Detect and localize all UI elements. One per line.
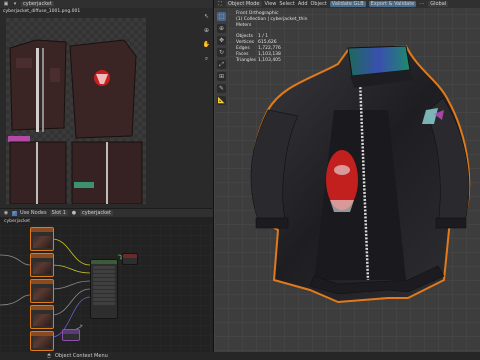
image-editor-type-icon[interactable]: ▣	[3, 1, 9, 7]
node-editor-panel: ◉ ✓ Use Nodes Slot 1 ● cyberjacket cyber…	[0, 209, 214, 352]
material-icon: ●	[71, 210, 77, 216]
crosshair-icon[interactable]: ⊕	[202, 26, 211, 35]
slot-selector[interactable]: Slot 1	[49, 210, 68, 216]
select-box-icon[interactable]: ⬚	[217, 12, 226, 21]
image-texture-node[interactable]	[30, 227, 54, 251]
use-nodes-checkbox[interactable]: ✓	[12, 210, 17, 216]
overflow-icon[interactable]: ⋯	[419, 1, 425, 7]
normal-map-node[interactable]	[62, 329, 80, 341]
export-validate-button[interactable]: Export & Validate	[368, 1, 417, 7]
image-filename: cyberjacket_diffuse_1001.png.001	[3, 9, 81, 14]
image-editor-header: ▣ ▾ cyberjacket	[0, 0, 213, 8]
image-editor-panel: ▣ ▾ cyberjacket cyberjacket_diffuse_1001…	[0, 0, 214, 208]
viewport-type-icon[interactable]: ⛶	[217, 1, 223, 7]
view-menu-icon[interactable]: ▾	[12, 1, 18, 7]
viewport-panel: ⛶ Object Mode View Select Add Object Val…	[214, 0, 480, 352]
menu-view[interactable]: View	[265, 1, 277, 7]
viewport-header: ⛶ Object Mode View Select Add Object Val…	[214, 0, 480, 8]
image-texture-node[interactable]	[30, 331, 54, 351]
principled-bsdf-node[interactable]	[90, 259, 118, 319]
orientation-selector[interactable]: Global	[428, 1, 449, 7]
node-editor-header: ◉ ✓ Use Nodes Slot 1 ● cyberjacket	[0, 209, 213, 217]
image-texture-node[interactable]	[30, 305, 54, 329]
image-selector[interactable]: cyberjacket	[21, 1, 54, 7]
image-editor-toolbar: ↖ ⊕ ✋ ⌕	[202, 12, 211, 63]
move-icon[interactable]: ✥	[217, 36, 226, 45]
arrow-icon[interactable]: ↖	[202, 12, 211, 21]
node-editor-type-icon[interactable]: ◉	[3, 210, 9, 216]
material-output-node[interactable]	[122, 253, 138, 265]
node-canvas[interactable]	[0, 225, 213, 352]
scale-icon[interactable]: ⤢	[217, 60, 226, 69]
transform-icon[interactable]: ⊞	[217, 72, 226, 81]
image-texture-node[interactable]	[30, 253, 54, 277]
mouse-icon: 🖱	[47, 353, 51, 359]
cursor-icon[interactable]: ⊕	[217, 24, 226, 33]
zoom-icon[interactable]: ⌕	[202, 54, 211, 63]
rotate-icon[interactable]: ↻	[217, 48, 226, 57]
menu-add[interactable]: Add	[298, 1, 308, 7]
jacket-model[interactable]	[238, 40, 478, 305]
uv-texture-canvas[interactable]	[6, 18, 146, 205]
viewport-toolbar: ⬚ ⊕ ✥ ↻ ⤢ ⊞ ✎ 📐	[217, 12, 226, 105]
measure-icon[interactable]: 📐	[217, 96, 226, 105]
uv-islands	[8, 39, 143, 205]
image-texture-node[interactable]	[30, 279, 54, 303]
menu-select[interactable]: Select	[279, 1, 294, 7]
use-nodes-label: Use Nodes	[20, 210, 47, 216]
status-bar: 🖱 Object Context Menu	[0, 352, 480, 360]
validate-glb-button[interactable]: Validate GLB	[329, 1, 366, 7]
status-context-label: Object Context Menu	[55, 353, 108, 359]
material-selector[interactable]: cyberjacket	[79, 210, 113, 216]
menu-object[interactable]: Object	[311, 1, 327, 7]
node-breadcrumb: cyberjacket	[4, 219, 31, 224]
mode-selector[interactable]: Object Mode	[226, 1, 262, 7]
annotate-icon[interactable]: ✎	[217, 84, 226, 93]
hand-icon[interactable]: ✋	[202, 40, 211, 49]
